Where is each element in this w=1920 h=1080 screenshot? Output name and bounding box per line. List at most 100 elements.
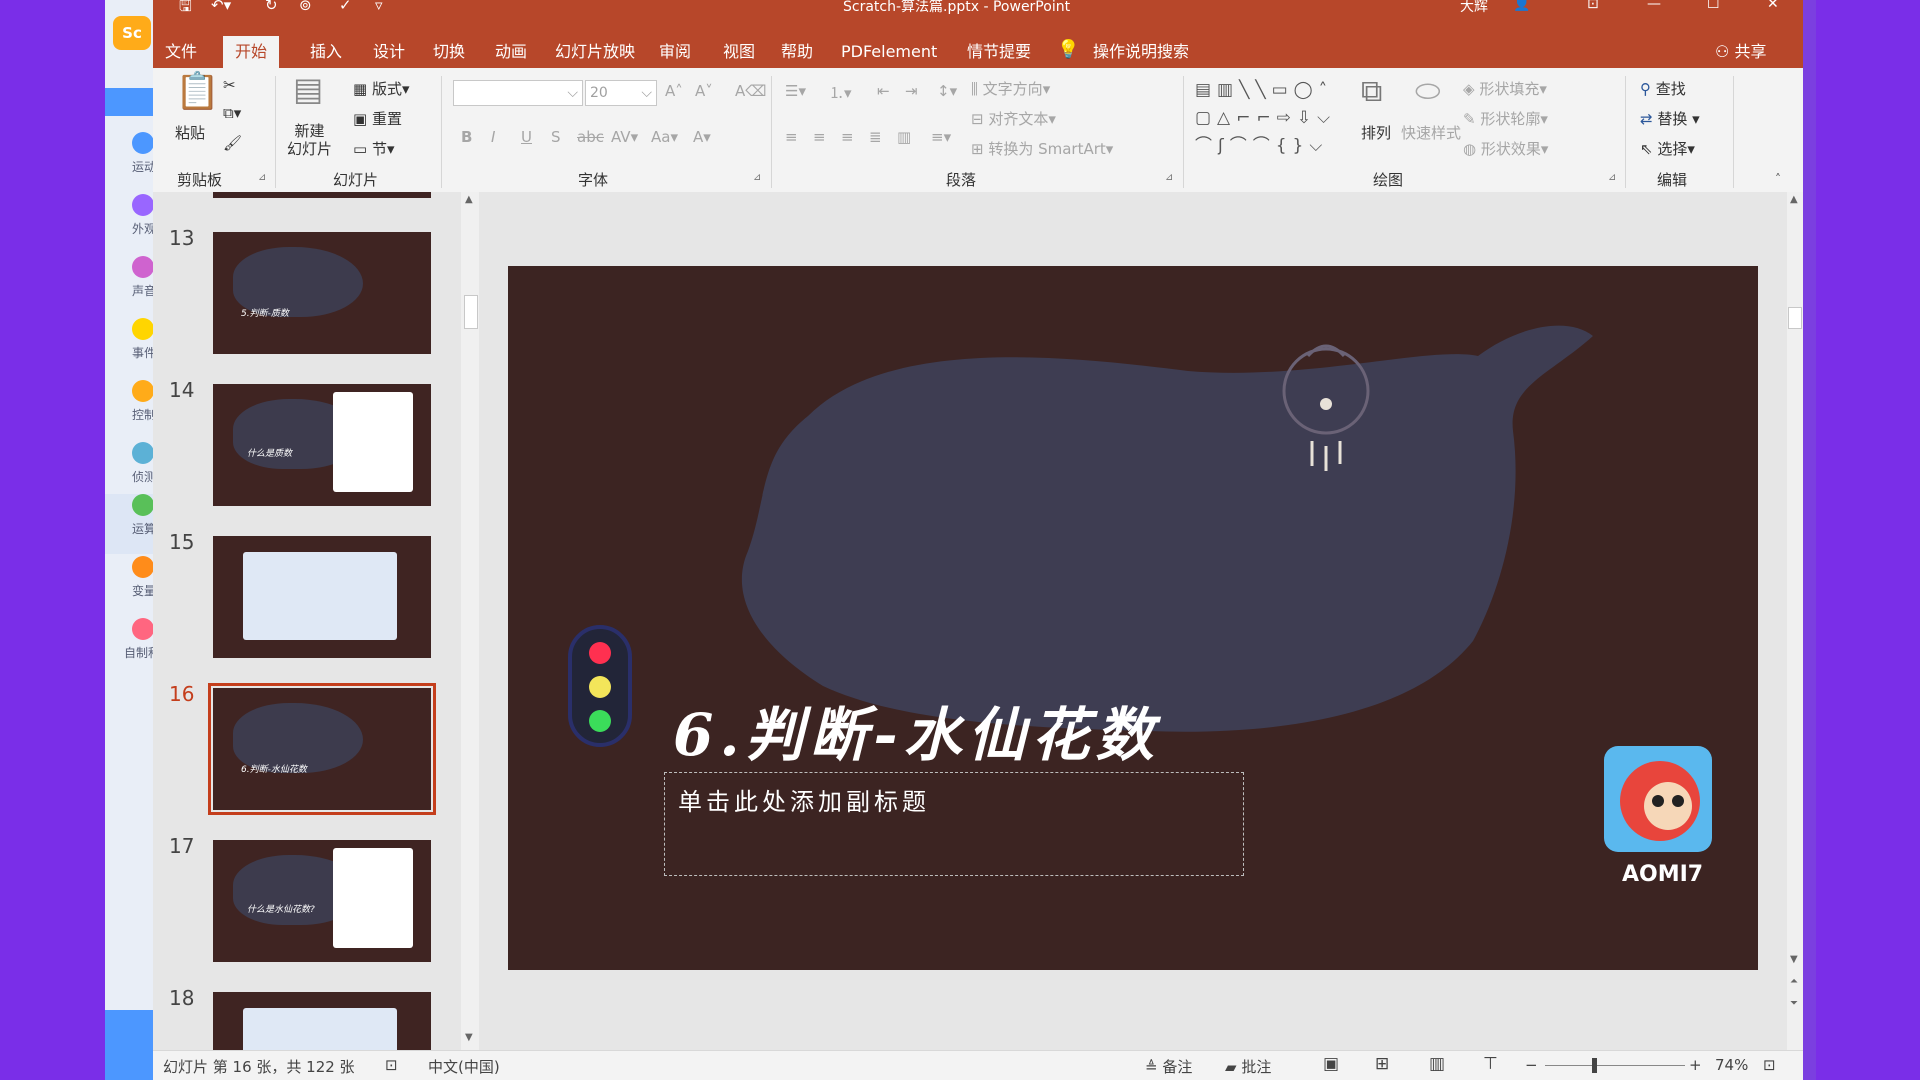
- italic-icon[interactable]: I: [491, 128, 495, 146]
- arrange-icon[interactable]: ⧉: [1361, 74, 1382, 109]
- tab-7[interactable]: 审阅: [647, 36, 703, 68]
- tab-11[interactable]: 情节提要: [955, 36, 1043, 68]
- tab-6[interactable]: 幻灯片放映: [543, 36, 647, 68]
- redo-icon[interactable]: ↻: [265, 0, 278, 14]
- dialog-launcher-icon[interactable]: ⊿: [753, 172, 761, 183]
- scratch-category-3[interactable]: 事件: [110, 318, 156, 378]
- align-vertical-icon[interactable]: ≡▾: [931, 128, 951, 146]
- dialog-launcher-icon[interactable]: ⊿: [258, 172, 266, 183]
- decrease-indent-icon[interactable]: ⇤: [877, 82, 890, 100]
- new-slide-button[interactable]: 新建 幻灯片: [287, 122, 332, 158]
- align-text-button[interactable]: ⊟ 对齐文本▾: [971, 108, 1056, 129]
- scroll-thumb[interactable]: [1788, 307, 1802, 329]
- reset-button[interactable]: ▣ 重置: [353, 108, 402, 129]
- font-color-icon[interactable]: A▾: [693, 128, 711, 146]
- slide-thumbnail[interactable]: 什么是水仙花数?: [213, 840, 431, 962]
- scratch-category-6[interactable]: 运算: [105, 494, 156, 554]
- quick-styles-button[interactable]: 快速样式: [1401, 122, 1461, 143]
- line-spacing-icon[interactable]: ↕▾: [937, 82, 957, 100]
- scroll-thumb[interactable]: [464, 295, 478, 329]
- maximize-icon[interactable]: ☐: [1707, 0, 1720, 12]
- tab-0[interactable]: 文件: [153, 36, 209, 68]
- scroll-down-icon[interactable]: ▼: [1790, 954, 1798, 965]
- slide-thumbnail[interactable]: [213, 536, 431, 658]
- fit-to-window-icon[interactable]: ⊡: [1763, 1056, 1776, 1074]
- shape-fill-button[interactable]: ◈ 形状填充▾: [1463, 78, 1547, 99]
- text-direction-button[interactable]: ⫼ 文字方向▾: [971, 78, 1050, 99]
- align-left-icon[interactable]: ≡: [785, 128, 798, 146]
- normal-view-icon[interactable]: ▣: [1323, 1054, 1339, 1074]
- slide-thumbnail[interactable]: 什么是质数: [213, 384, 431, 506]
- columns-icon[interactable]: ▥: [897, 128, 911, 146]
- collapse-ribbon-icon[interactable]: ˄: [1775, 172, 1781, 186]
- format-painter-icon[interactable]: 🖌: [223, 134, 242, 152]
- grow-font-icon[interactable]: A˄: [665, 82, 683, 100]
- minimize-icon[interactable]: —: [1647, 0, 1661, 12]
- align-right-icon[interactable]: ≡: [841, 128, 854, 146]
- find-button[interactable]: ⚲ 查找: [1640, 78, 1686, 99]
- tab-3[interactable]: 设计: [361, 36, 417, 68]
- slide-title[interactable]: 6.判断-水仙花数: [673, 688, 1160, 772]
- scratch-category-7[interactable]: 变量: [110, 556, 156, 616]
- font-size-combo[interactable]: 20 ⌵: [585, 80, 657, 106]
- numbering-icon[interactable]: ⒈▾: [829, 82, 852, 103]
- new-slide-icon[interactable]: ▤: [293, 70, 323, 108]
- notes-button[interactable]: ≜ 备注: [1145, 1056, 1192, 1077]
- user-name[interactable]: 大辉: [1460, 0, 1488, 16]
- tab-1[interactable]: 开始: [223, 36, 280, 68]
- thumbnail-scrollbar[interactable]: ▲ ▼: [461, 192, 479, 1050]
- share-button[interactable]: ⚇ 共享: [1715, 36, 1766, 68]
- shape-effects-button[interactable]: ◍ 形状效果▾: [1463, 138, 1548, 159]
- paste-button[interactable]: 粘贴: [175, 122, 205, 143]
- scroll-down-icon[interactable]: ▼: [465, 1032, 473, 1043]
- zoom-out-icon[interactable]: −: [1525, 1056, 1538, 1074]
- tab-4[interactable]: 切换: [421, 36, 477, 68]
- close-icon[interactable]: ✕: [1767, 0, 1779, 12]
- slide-sorter-icon[interactable]: ⊞: [1375, 1054, 1389, 1074]
- shadow-icon[interactable]: S: [551, 128, 561, 146]
- tab-5[interactable]: 动画: [483, 36, 539, 68]
- thumbnail-partial[interactable]: [213, 192, 431, 198]
- subtitle-placeholder-text[interactable]: 单击此处添加副标题: [678, 782, 930, 817]
- reading-view-icon[interactable]: ▥: [1429, 1054, 1445, 1074]
- scratch-category-4[interactable]: 控制: [110, 380, 156, 440]
- tab-9[interactable]: 帮助: [769, 36, 825, 68]
- shapes-gallery[interactable]: ▤▥╲╲▭◯˄ ▢△⌐⌐⇨⇩⌵ ⌒ʃ⌒⌒{}⌵: [1195, 76, 1336, 160]
- scroll-up-icon[interactable]: ▲: [1790, 194, 1798, 205]
- previous-slide-icon[interactable]: ⏶: [1790, 976, 1798, 987]
- ribbon-options-icon[interactable]: ⊡: [1587, 0, 1599, 12]
- comments-button[interactable]: ▰ 批注: [1225, 1056, 1271, 1077]
- replace-button[interactable]: ⇄ 替换 ▾: [1640, 108, 1700, 129]
- tab-10[interactable]: PDFelement: [829, 36, 949, 68]
- present-icon[interactable]: ⊚: [299, 0, 312, 14]
- bold-icon[interactable]: B: [461, 128, 472, 146]
- slideshow-icon[interactable]: ⊤: [1483, 1054, 1498, 1074]
- smartart-button[interactable]: ⊞ 转换为 SmartArt▾: [971, 138, 1113, 159]
- increase-indent-icon[interactable]: ⇥: [905, 82, 918, 100]
- scratch-category-0[interactable]: 运动: [110, 132, 156, 192]
- scroll-up-icon[interactable]: ▲: [465, 194, 473, 205]
- char-spacing-icon[interactable]: AV▾: [611, 128, 638, 146]
- zoom-slider[interactable]: [1545, 1065, 1685, 1066]
- clear-format-icon[interactable]: A⌫: [735, 82, 766, 100]
- tell-me-search[interactable]: 操作说明搜索: [1093, 36, 1189, 68]
- zoom-in-icon[interactable]: +: [1689, 1056, 1702, 1074]
- justify-icon[interactable]: ≣: [869, 128, 882, 146]
- avatar[interactable]: 👤: [1513, 0, 1530, 12]
- language-indicator[interactable]: 中文(中国): [428, 1056, 500, 1077]
- layout-button[interactable]: ▦ 版式▾: [353, 78, 410, 99]
- bullets-icon[interactable]: ☰▾: [785, 82, 806, 100]
- scratch-category-2[interactable]: 声音: [110, 256, 156, 316]
- next-slide-icon[interactable]: ⏷: [1790, 998, 1798, 1009]
- arrange-button[interactable]: 排列: [1361, 122, 1391, 143]
- change-case-icon[interactable]: Aa▾: [651, 128, 678, 146]
- scratch-category-1[interactable]: 外观: [110, 194, 156, 254]
- zoom-slider-thumb[interactable]: [1592, 1058, 1597, 1073]
- dialog-launcher-icon[interactable]: ⊿: [1165, 172, 1173, 183]
- strikethrough-icon[interactable]: abc: [577, 128, 604, 146]
- accessibility-icon[interactable]: ⊡: [385, 1056, 398, 1074]
- copy-icon[interactable]: ⧉▾: [223, 104, 241, 122]
- paste-icon[interactable]: 📋: [175, 70, 220, 112]
- slide-scrollbar[interactable]: ▲ ▼ ⏶ ⏷: [1787, 192, 1803, 1050]
- underline-icon[interactable]: U: [521, 128, 532, 146]
